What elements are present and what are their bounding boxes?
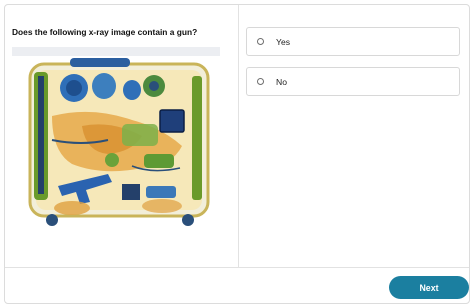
radio-no[interactable] bbox=[257, 78, 264, 85]
footer-bar: Next bbox=[5, 267, 469, 304]
xray-luggage-image bbox=[28, 58, 210, 226]
option-yes[interactable]: Yes bbox=[246, 27, 460, 56]
survey-card: Does the following x-ray image contain a… bbox=[4, 4, 470, 304]
next-button[interactable]: Next bbox=[389, 276, 469, 299]
xray-image bbox=[12, 47, 220, 245]
option-no-label: No bbox=[276, 77, 287, 87]
option-yes-label: Yes bbox=[276, 37, 291, 47]
radio-yes[interactable] bbox=[257, 38, 264, 45]
question-pane: Does the following x-ray image contain a… bbox=[5, 5, 239, 267]
image-top-band bbox=[12, 47, 220, 56]
answer-pane: Yes No bbox=[239, 5, 469, 267]
option-no[interactable]: No bbox=[246, 67, 460, 96]
question-text: Does the following x-ray image contain a… bbox=[12, 27, 198, 37]
